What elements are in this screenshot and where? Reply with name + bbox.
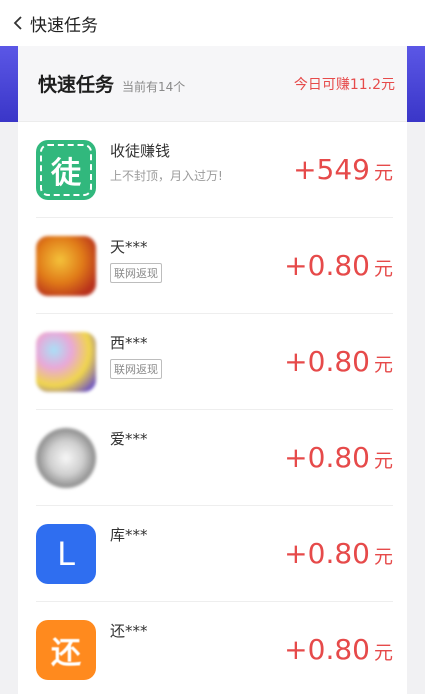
- back-button[interactable]: [8, 0, 28, 46]
- reward-amount: +549: [293, 153, 370, 186]
- tu-icon-border: [40, 143, 92, 196]
- panel-header: 快速任务 当前有14个 今日可赚11.2元: [18, 46, 407, 122]
- task-reward: +0.80 元: [284, 249, 393, 282]
- header-decoration-left: [0, 46, 18, 122]
- reward-amount: +0.80: [284, 249, 370, 282]
- task-name: 收徒赚钱: [110, 142, 171, 160]
- side-gutter-right: [407, 122, 425, 694]
- task-reward: +0.80 元: [284, 537, 393, 570]
- task-reward: +0.80 元: [284, 441, 393, 474]
- task-subtitle: 上不封顶，月入过万!: [110, 169, 223, 183]
- task-name: 爱***: [110, 430, 148, 448]
- task-row[interactable]: 天*** 联网返现 +0.80 元: [36, 218, 393, 314]
- chevron-left-icon: [13, 16, 22, 30]
- app-icon-ai: [36, 427, 96, 488]
- nav-title: 快速任务: [30, 15, 98, 36]
- ku-icon-char: L: [57, 534, 75, 573]
- side-gutter-left: [0, 122, 18, 694]
- task-reward: +0.80 元: [284, 633, 393, 666]
- task-row[interactable]: 西*** 联网返现 +0.80 元: [36, 314, 393, 410]
- task-name: 西***: [110, 334, 148, 352]
- huan-icon-char: 还: [51, 635, 81, 671]
- task-row[interactable]: 爱*** +0.80 元: [36, 410, 393, 506]
- task-reward: +0.80 元: [284, 345, 393, 378]
- reward-amount: +0.80: [284, 345, 370, 378]
- task-name: 天***: [110, 238, 148, 256]
- reward-unit: 元: [373, 354, 393, 376]
- reward-unit: 元: [373, 450, 393, 472]
- task-row[interactable]: 徒 收徒赚钱 上不封顶，月入过万! +549 元: [36, 122, 393, 218]
- app-icon-xi: [36, 331, 96, 392]
- tu-icon: 徒: [36, 139, 96, 200]
- task-tag: 联网返现: [110, 263, 162, 283]
- task-list: 徒 收徒赚钱 上不封顶，月入过万! +549 元 天*** 联网返现 +0.80…: [18, 122, 407, 694]
- panel-title: 快速任务: [38, 74, 115, 96]
- task-name: 还***: [110, 622, 148, 640]
- header-decoration-right: [407, 46, 425, 122]
- top-nav-bar: 快速任务: [0, 0, 425, 46]
- reward-amount: +0.80: [284, 633, 370, 666]
- reward-unit: 元: [373, 642, 393, 664]
- reward-unit: 元: [373, 258, 393, 280]
- task-tag: 联网返现: [110, 359, 162, 379]
- task-name: 库***: [110, 526, 148, 544]
- task-panel: 快速任务 当前有14个 今日可赚11.2元 徒 收徒赚钱 上不封顶，月入过万! …: [18, 46, 407, 694]
- reward-amount: +0.80: [284, 441, 370, 474]
- reward-unit: 元: [373, 162, 393, 184]
- app-icon-ku: L: [36, 523, 96, 584]
- task-row[interactable]: 还 还*** +0.80 元: [36, 602, 393, 694]
- task-reward: +549 元: [293, 153, 393, 186]
- app-icon-huan: 还: [36, 619, 96, 680]
- reward-unit: 元: [373, 546, 393, 568]
- app-icon-tian: [36, 235, 96, 296]
- task-count: 当前有14个: [122, 79, 186, 94]
- reward-amount: +0.80: [284, 537, 370, 570]
- task-row[interactable]: L 库*** +0.80 元: [36, 506, 393, 602]
- earn-today: 今日可赚11.2元: [293, 76, 395, 93]
